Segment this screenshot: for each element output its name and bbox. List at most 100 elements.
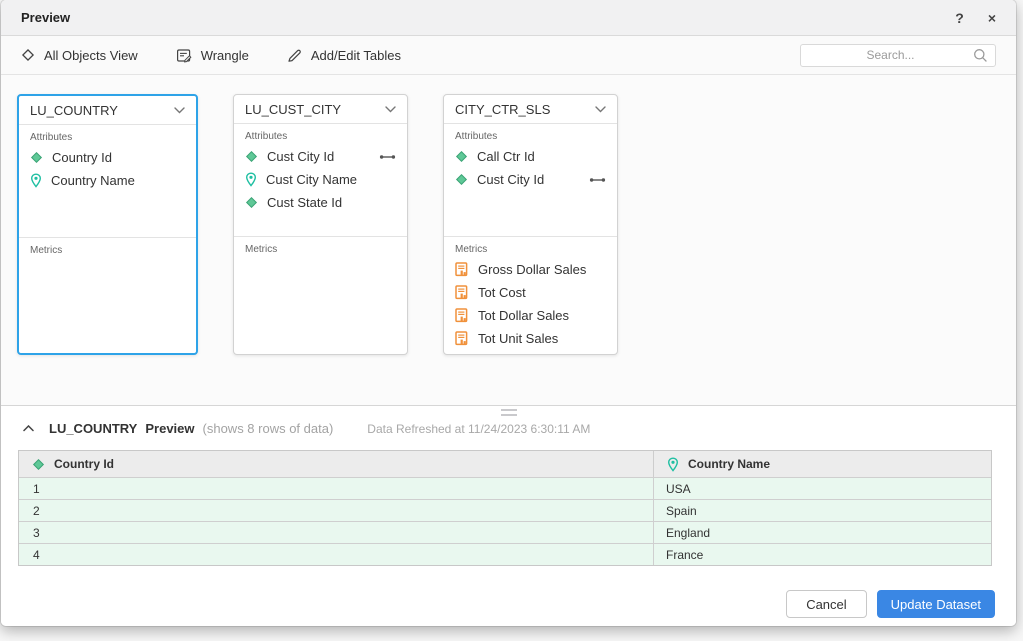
metrics-label: Metrics bbox=[30, 245, 185, 256]
table-cell: 1 bbox=[19, 478, 653, 499]
add-edit-tables-button[interactable]: Add/Edit Tables bbox=[287, 48, 401, 63]
attributes-label: Attributes bbox=[455, 131, 606, 142]
help-icon[interactable]: ? bbox=[955, 11, 964, 25]
object-label: Tot Cost bbox=[478, 285, 526, 300]
metrics-section: Metrics Gross Dollar Sales Tot Cost Tot … bbox=[444, 237, 617, 354]
all-objects-view-button[interactable]: All Objects View bbox=[21, 48, 138, 63]
attributes-label: Attributes bbox=[245, 131, 396, 142]
attributes-list: Country Id Country Name bbox=[30, 146, 185, 192]
metric-icon bbox=[455, 308, 469, 323]
search-box[interactable] bbox=[800, 44, 996, 67]
table-card-lu_cust_city: LU_CUST_CITY Attributes Cust City Id Cus… bbox=[233, 94, 408, 355]
close-icon[interactable]: × bbox=[988, 11, 996, 25]
attribute-name-icon bbox=[667, 457, 679, 472]
grid-body: 1 USA 2 Spain 3 England 4 France bbox=[19, 477, 991, 565]
attribute-id-icon bbox=[245, 150, 258, 163]
metric-icon bbox=[455, 262, 469, 277]
table-card-header[interactable]: CITY_CTR_SLS bbox=[444, 95, 617, 124]
attribute-item[interactable]: Cust City Id bbox=[245, 145, 396, 168]
grid-header-row: Country Id Country Name bbox=[19, 451, 991, 477]
chevron-down-icon bbox=[174, 107, 185, 114]
object-label: Cust City Id bbox=[267, 149, 334, 164]
search-icon[interactable] bbox=[973, 48, 988, 63]
object-label: Country Id bbox=[52, 150, 112, 165]
preview-dialog: Preview ? × All Objects View Wrangle Add… bbox=[1, 0, 1016, 626]
attribute-item[interactable]: Call Ctr Id bbox=[455, 145, 606, 168]
collapse-preview-button[interactable] bbox=[23, 425, 34, 432]
preview-panel: LU_COUNTRY Preview (shows 8 rows of data… bbox=[1, 406, 1016, 626]
chevron-down-icon bbox=[595, 106, 606, 113]
preview-header: LU_COUNTRY Preview (shows 8 rows of data… bbox=[1, 421, 1016, 436]
attribute-id-icon bbox=[455, 150, 468, 163]
attribute-item[interactable]: Cust City Id bbox=[455, 168, 606, 191]
table-row: 3 England bbox=[19, 521, 991, 543]
attribute-item[interactable]: Country Name bbox=[30, 169, 185, 192]
object-label: Tot Dollar Sales bbox=[478, 308, 569, 323]
toolbar: All Objects View Wrangle Add/Edit Tables bbox=[1, 36, 1016, 75]
toolbar-item-label: Wrangle bbox=[201, 48, 249, 63]
object-label: Country Name bbox=[51, 173, 135, 188]
table-cell: 2 bbox=[19, 500, 653, 521]
metric-item[interactable]: Tot Unit Sales bbox=[455, 327, 606, 350]
table-row: 1 USA bbox=[19, 477, 991, 499]
object-label: Cust City Name bbox=[266, 172, 357, 187]
chevron-down-icon bbox=[385, 106, 396, 113]
object-label: Gross Dollar Sales bbox=[478, 262, 586, 277]
link-icon bbox=[589, 176, 606, 184]
table-card-header[interactable]: LU_CUST_CITY bbox=[234, 95, 407, 124]
preview-grid: Country Id Country Name 1 USA 2 Spain 3 … bbox=[18, 450, 992, 566]
column-header-country-id[interactable]: Country Id bbox=[19, 451, 653, 477]
wrangle-icon bbox=[176, 48, 192, 63]
link-icon bbox=[379, 153, 396, 161]
attribute-name-icon bbox=[30, 173, 42, 188]
attribute-item[interactable]: Cust City Name bbox=[245, 168, 396, 191]
wrangle-button[interactable]: Wrangle bbox=[176, 48, 249, 63]
object-label: Tot Unit Sales bbox=[478, 331, 558, 346]
attribute-id-icon bbox=[30, 151, 43, 164]
table-card-title: CITY_CTR_SLS bbox=[455, 102, 550, 117]
attribute-item[interactable]: Cust State Id bbox=[245, 191, 396, 214]
table-cell: England bbox=[653, 522, 991, 543]
preview-title: Preview bbox=[145, 421, 194, 436]
metrics-list: Gross Dollar Sales Tot Cost Tot Dollar S… bbox=[455, 258, 606, 350]
attribute-id-icon bbox=[32, 458, 45, 471]
metrics-section: Metrics bbox=[19, 238, 196, 353]
object-label: Cust State Id bbox=[267, 195, 342, 210]
attribute-id-icon bbox=[455, 173, 468, 186]
object-label: Call Ctr Id bbox=[477, 149, 535, 164]
metric-item[interactable]: Tot Cost bbox=[455, 281, 606, 304]
attributes-section: Attributes Cust City Id Cust City Name C… bbox=[234, 124, 407, 236]
metrics-label: Metrics bbox=[245, 244, 396, 255]
update-dataset-button[interactable]: Update Dataset bbox=[877, 590, 995, 618]
table-row: 4 France bbox=[19, 543, 991, 565]
diamond-outline-icon bbox=[21, 48, 35, 62]
dialog-titlebar: Preview ? × bbox=[1, 0, 1016, 36]
attribute-item[interactable]: Country Id bbox=[30, 146, 185, 169]
table-cell: Spain bbox=[653, 500, 991, 521]
attributes-section: Attributes Country Id Country Name bbox=[19, 125, 196, 237]
metric-icon bbox=[455, 285, 469, 300]
attribute-name-icon bbox=[245, 172, 257, 187]
attributes-list: Call Ctr Id Cust City Id bbox=[455, 145, 606, 191]
attributes-section: Attributes Call Ctr Id Cust City Id bbox=[444, 124, 617, 236]
search-input[interactable] bbox=[808, 47, 973, 63]
dialog-title: Preview bbox=[21, 10, 70, 25]
tables-canvas: LU_COUNTRY Attributes Country Id Country… bbox=[1, 75, 1016, 405]
metrics-section: Metrics bbox=[234, 237, 407, 354]
table-card-header[interactable]: LU_COUNTRY bbox=[19, 96, 196, 125]
metric-icon bbox=[455, 331, 469, 346]
preview-row-count-note: (shows 8 rows of data) bbox=[203, 421, 334, 436]
data-refreshed-text: Data Refreshed at 11/24/2023 6:30:11 AM bbox=[367, 422, 590, 436]
column-header-country-name[interactable]: Country Name bbox=[653, 451, 991, 477]
table-card-lu_country: LU_COUNTRY Attributes Country Id Country… bbox=[17, 94, 198, 355]
divider-drag-handle[interactable] bbox=[501, 409, 517, 416]
preview-table-name: LU_COUNTRY bbox=[49, 421, 137, 436]
metric-item[interactable]: Tot Dollar Sales bbox=[455, 304, 606, 327]
cancel-button[interactable]: Cancel bbox=[786, 590, 866, 618]
toolbar-item-label: Add/Edit Tables bbox=[311, 48, 401, 63]
table-row: 2 Spain bbox=[19, 499, 991, 521]
attributes-list: Cust City Id Cust City Name Cust State I… bbox=[245, 145, 396, 214]
metric-item[interactable]: Gross Dollar Sales bbox=[455, 258, 606, 281]
table-cell: 3 bbox=[19, 522, 653, 543]
chevron-up-icon bbox=[23, 425, 34, 432]
